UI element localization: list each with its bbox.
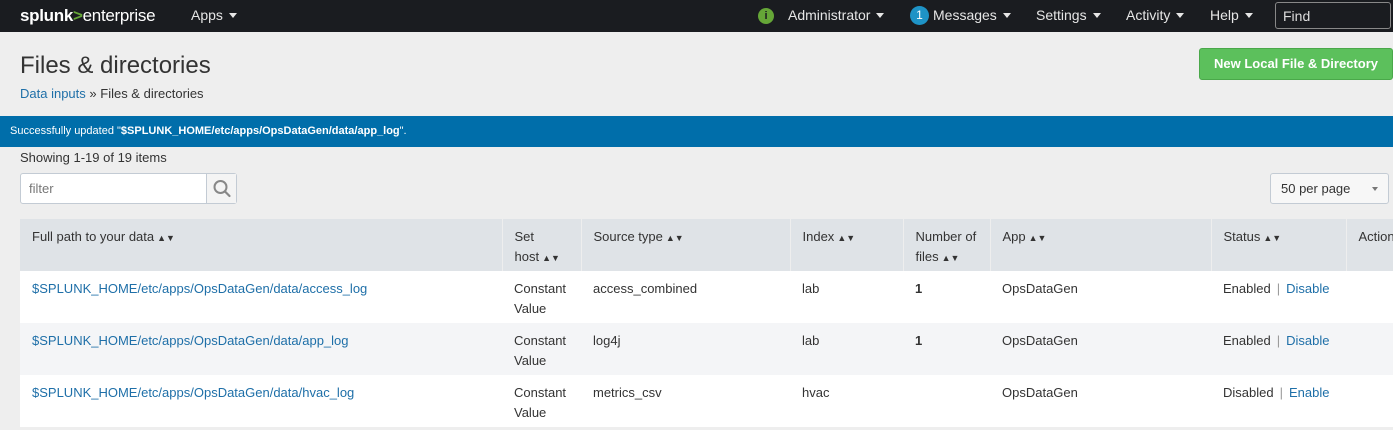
caret-down-icon: [228, 13, 237, 18]
caret-down-icon: [876, 13, 885, 18]
activity-menu-label: Activity: [1126, 7, 1171, 23]
caret-down-icon: [1372, 187, 1378, 191]
actions-cell: [1346, 271, 1393, 323]
status-cell: Disabled | Enable: [1211, 375, 1346, 427]
per-page-select[interactable]: 50 per page: [1270, 173, 1389, 204]
success-banner: Successfully updated "$SPLUNK_HOME/etc/a…: [0, 116, 1393, 147]
column-header-status[interactable]: Status ▲▼: [1211, 219, 1347, 271]
banner-path: $SPLUNK_HOME/etc/apps/OpsDataGen/data/ap…: [120, 125, 400, 137]
banner-suffix: ".: [399, 125, 407, 137]
app-cell: OpsDataGen: [990, 375, 1211, 427]
messages-menu-label: Messages: [933, 7, 997, 23]
splunk-logo[interactable]: splunk>enterprise: [20, 6, 156, 26]
app-cell: OpsDataGen: [990, 271, 1211, 323]
new-local-file-directory-button[interactable]: New Local File & Directory: [1199, 48, 1393, 80]
filter-input[interactable]: [21, 174, 206, 203]
set-host-cell: Constant Value: [502, 323, 581, 375]
sort-icon: ▲▼: [157, 233, 175, 243]
actions-cell: [1346, 323, 1393, 375]
path-link[interactable]: $SPLUNK_HOME/etc/apps/OpsDataGen/data/ap…: [32, 333, 349, 348]
status-text: Enabled: [1223, 281, 1271, 296]
per-page-value: 50 per page: [1281, 181, 1351, 196]
administrator-menu-label: Administrator: [788, 7, 871, 23]
help-menu-label: Help: [1210, 7, 1239, 23]
settings-menu-label: Settings: [1036, 7, 1087, 23]
index-cell: lab: [790, 271, 903, 323]
messages-menu[interactable]: Messages: [933, 7, 1011, 23]
breadcrumb: Data inputs » Files & directories: [20, 86, 204, 101]
logo-arrow: >: [73, 6, 83, 25]
column-header-source-type[interactable]: Source type ▲▼: [581, 219, 791, 271]
caret-down-icon: [1176, 13, 1185, 18]
status-cell: Enabled | Disable: [1211, 271, 1346, 323]
table-row: $SPLUNK_HOME/etc/apps/OpsDataGen/data/ac…: [20, 271, 1393, 323]
inputs-table: Full path to your data ▲▼ Set host ▲▼ Sour…: [20, 219, 1393, 427]
activity-menu[interactable]: Activity: [1126, 7, 1185, 23]
showing-count: Showing 1-19 of 19 items: [20, 150, 167, 165]
status-text: Enabled: [1223, 333, 1271, 348]
enable-link[interactable]: Enable: [1289, 385, 1329, 400]
help-menu[interactable]: Help: [1210, 7, 1253, 23]
info-icon: i: [758, 8, 774, 24]
disable-link[interactable]: Disable: [1286, 333, 1329, 348]
filter-search-button[interactable]: [206, 174, 236, 203]
breadcrumb-current: Files & directories: [100, 86, 204, 101]
logo-enterprise-text: enterprise: [82, 6, 156, 25]
status-cell: Enabled | Disable: [1211, 323, 1346, 375]
status-text: Disabled: [1223, 385, 1274, 400]
caret-down-icon: [1092, 13, 1101, 18]
status-separator: |: [1276, 333, 1281, 348]
banner-prefix: Successfully updated ": [10, 125, 121, 137]
table-header-row: Full path to your data ▲▼ Set host ▲▼ Sour…: [20, 219, 1393, 271]
column-header-set-host[interactable]: Set host ▲▼: [502, 219, 582, 271]
source-type-cell: access_combined: [581, 271, 790, 323]
breadcrumb-data-inputs-link[interactable]: Data inputs: [20, 86, 86, 101]
disable-link[interactable]: Disable: [1286, 281, 1329, 296]
path-link[interactable]: $SPLUNK_HOME/etc/apps/OpsDataGen/data/hv…: [32, 385, 354, 400]
administrator-menu[interactable]: Administrator: [788, 7, 885, 23]
sort-icon: ▲▼: [1028, 233, 1047, 243]
number-of-files-cell: 1: [903, 271, 990, 323]
app-cell: OpsDataGen: [990, 323, 1211, 375]
breadcrumb-separator: »: [89, 86, 97, 101]
messages-count-badge[interactable]: 1: [910, 6, 929, 25]
apps-menu[interactable]: Apps: [191, 7, 237, 23]
caret-down-icon: [1244, 13, 1253, 18]
set-host-cell: Constant Value: [502, 271, 581, 323]
index-cell: lab: [790, 323, 903, 375]
filter-box: [20, 173, 237, 204]
settings-menu[interactable]: Settings: [1036, 7, 1101, 23]
status-separator: |: [1276, 281, 1281, 296]
column-header-index[interactable]: Index ▲▼: [790, 219, 904, 271]
index-cell: hvac: [790, 375, 903, 427]
path-link[interactable]: $SPLUNK_HOME/etc/apps/OpsDataGen/data/ac…: [32, 281, 367, 296]
column-header-actions: Actions: [1346, 219, 1393, 271]
caret-down-icon: [1002, 13, 1011, 18]
sort-icon: ▲▼: [665, 233, 684, 243]
sort-icon: ▲▼: [941, 253, 960, 263]
source-type-cell: log4j: [581, 323, 790, 375]
status-separator: |: [1279, 385, 1283, 400]
column-header-path[interactable]: Full path to your data ▲▼: [20, 219, 503, 271]
table-row: $SPLUNK_HOME/etc/apps/OpsDataGen/data/hv…: [20, 375, 1393, 427]
set-host-cell: Constant Value: [502, 375, 581, 427]
actions-cell: [1346, 375, 1393, 427]
sort-icon: ▲▼: [837, 233, 856, 243]
logo-splunk-text: splunk: [20, 6, 73, 25]
column-header-app[interactable]: App ▲▼: [990, 219, 1212, 271]
source-type-cell: metrics_csv: [581, 375, 790, 427]
number-of-files-cell: [903, 375, 990, 427]
search-icon: [213, 180, 231, 198]
top-navigation-bar: splunk>enterprise Apps i Administrator 1…: [0, 0, 1393, 32]
number-of-files-cell: 1: [903, 323, 990, 375]
find-input[interactable]: [1275, 2, 1391, 29]
sort-icon: ▲▼: [542, 253, 560, 263]
sort-icon: ▲▼: [1263, 233, 1282, 243]
table-row: $SPLUNK_HOME/etc/apps/OpsDataGen/data/ap…: [20, 323, 1393, 375]
apps-menu-label: Apps: [191, 7, 223, 23]
column-header-number-of-files[interactable]: Number of files ▲▼: [903, 219, 991, 271]
page-title: Files & directories: [20, 52, 211, 79]
